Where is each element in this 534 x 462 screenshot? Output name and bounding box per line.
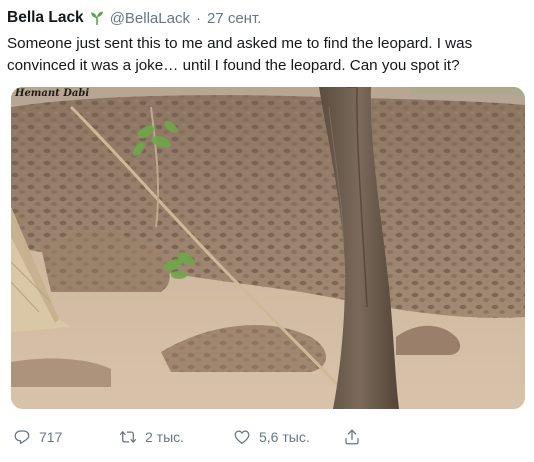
share-button[interactable] bbox=[343, 428, 361, 446]
display-name[interactable]: Bella Lack bbox=[7, 9, 84, 27]
reply-count: 717 bbox=[39, 429, 63, 445]
tweet-photo[interactable]: Hemant Dabi bbox=[11, 87, 525, 409]
handle[interactable]: @BellaLack bbox=[110, 10, 190, 27]
like-button[interactable]: 5,6 тыс. bbox=[233, 428, 310, 446]
separator-dot: · bbox=[195, 9, 201, 27]
retweet-button[interactable]: 2 тыс. bbox=[119, 428, 184, 446]
like-icon bbox=[234, 430, 250, 445]
tweet-header: Bella Lack @BellaLack · 27 сент. bbox=[7, 4, 261, 32]
reply-button[interactable]: 717 bbox=[13, 428, 62, 446]
photo-watermark: Hemant Dabi bbox=[15, 88, 90, 99]
tweet-actions: 717 2 тыс. 5,6 тыс. bbox=[0, 422, 534, 452]
retweet-count: 2 тыс. bbox=[145, 429, 185, 445]
leopard-photo bbox=[11, 87, 525, 409]
like-count: 5,6 тыс. bbox=[259, 429, 310, 445]
retweet-icon bbox=[119, 431, 137, 443]
tweet: Bella Lack @BellaLack · 27 сент. Someone… bbox=[0, 0, 534, 462]
tweet-text: Someone just sent this to me and asked m… bbox=[7, 35, 473, 74]
share-icon bbox=[345, 429, 359, 445]
sprout-icon bbox=[90, 11, 103, 25]
tweet-date[interactable]: 27 сент. bbox=[207, 10, 261, 27]
reply-icon bbox=[14, 430, 30, 445]
